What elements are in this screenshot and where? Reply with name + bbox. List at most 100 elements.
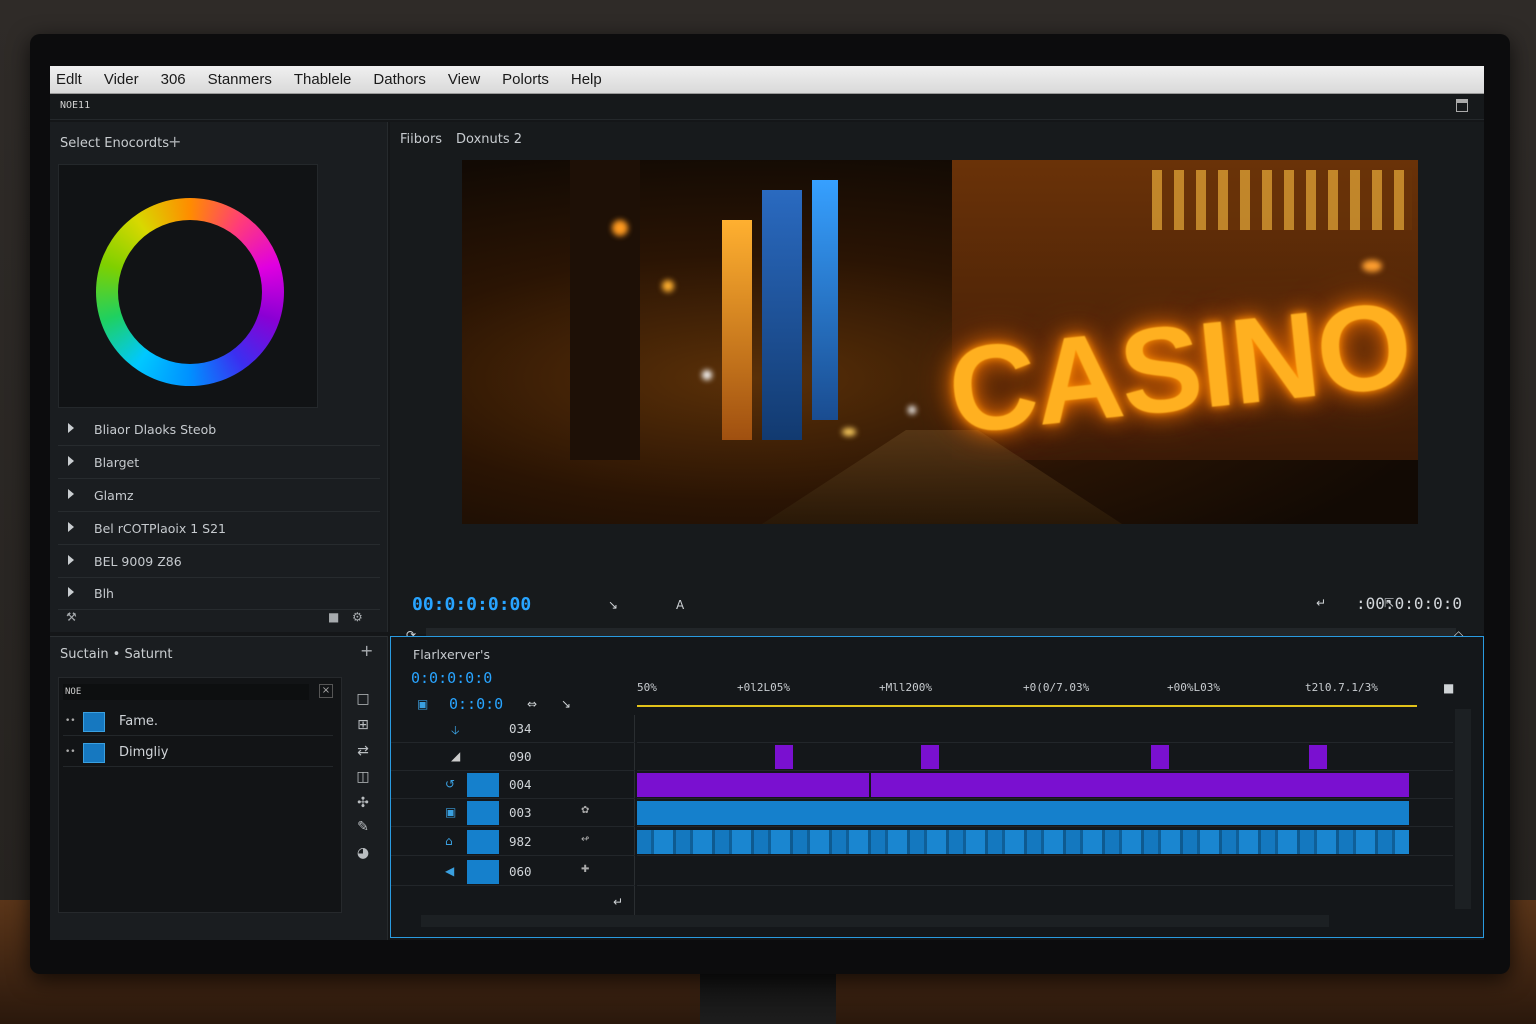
expand-arrow-icon[interactable] [68, 456, 74, 466]
video-preview[interactable]: CASINO [462, 160, 1418, 524]
hand-icon[interactable]: ◕ [354, 845, 372, 861]
home-icon[interactable]: ⌂ [445, 834, 453, 848]
purple-clip[interactable] [871, 773, 1409, 797]
track-lane[interactable] [637, 828, 1453, 856]
monitor-stand [700, 968, 836, 1024]
clip-marker[interactable] [775, 745, 793, 769]
menu-edit[interactable]: Edlt [56, 71, 82, 88]
track-header[interactable]: 🡣 034 [391, 715, 635, 743]
menu-thablele[interactable]: Thablele [294, 71, 352, 88]
tree-row[interactable]: Blarget [58, 447, 380, 479]
expand-arrow-icon[interactable] [68, 423, 74, 433]
tree-row[interactable]: BEL 9009 Z86 [58, 546, 380, 578]
track-lane[interactable] [637, 715, 1453, 743]
bokeh-light [1362, 260, 1382, 272]
tab-doxnuts[interactable]: Doxnuts 2 [456, 132, 522, 147]
menu-stanmers[interactable]: Stanmers [208, 71, 272, 88]
arrow-down-icon[interactable]: 🡣 [451, 721, 460, 742]
track-header[interactable]: ↺ 004 [391, 771, 635, 799]
mute-icon[interactable]: ✚ [581, 864, 589, 875]
app-title: NOE11 [60, 100, 91, 111]
horizontal-scrollbar[interactable] [421, 915, 1329, 927]
add-icon[interactable]: + [168, 132, 181, 151]
list-item[interactable]: •• Fame. [63, 708, 333, 736]
maximize-icon[interactable] [1456, 99, 1468, 112]
vertical-scrollbar[interactable] [1455, 709, 1471, 909]
project-panel: Suctain • Saturnt + × •• Fame. •• Dimgli… [50, 636, 388, 940]
purple-clip[interactable] [637, 773, 869, 797]
menu-polorts[interactable]: Polorts [502, 71, 549, 88]
track-header[interactable]: ◢ 090 [391, 743, 635, 771]
playhead-timecode[interactable]: 00:0:0:0:00 [412, 594, 531, 615]
pen-icon[interactable]: ✎ [354, 819, 372, 835]
fit-icon[interactable]: ↘ [608, 598, 618, 612]
menu-dathors[interactable]: Dathors [373, 71, 426, 88]
speaker-icon[interactable]: ◀ [445, 864, 454, 878]
color-panel: Select Enocordts + Bliaor Dlaoks Steob B… [50, 122, 388, 632]
expand-arrow-icon[interactable] [68, 555, 74, 565]
lock-icon[interactable]: ↫ [581, 834, 589, 845]
snap-icon[interactable]: ▣ [417, 697, 428, 711]
wrench-icon[interactable]: ⚒ [66, 610, 77, 624]
toggle-output-icon[interactable]: ▣ [445, 805, 456, 819]
track-select-icon[interactable]: ⊞ [354, 717, 372, 733]
track-header[interactable]: ▣ 003 ✿ [391, 799, 635, 827]
audio-clip[interactable] [637, 830, 1409, 854]
track-area[interactable] [637, 715, 1453, 915]
clip-marker[interactable] [921, 745, 939, 769]
menu-help[interactable]: Help [571, 71, 602, 88]
menu-video[interactable]: Vider [104, 71, 139, 88]
target-icon[interactable]: ◢ [451, 749, 460, 763]
tree-label: Bliaor Dlaoks Steob [94, 422, 217, 437]
slip-icon[interactable]: ✣ [354, 795, 372, 811]
expand-arrow-icon[interactable] [68, 522, 74, 532]
expand-arrow-icon[interactable] [68, 587, 74, 597]
ripple-edit-icon[interactable]: ⇄ [354, 743, 372, 759]
menu-view[interactable]: View [448, 71, 480, 88]
sync-lock-icon[interactable]: ↺ [445, 777, 455, 791]
tree-row[interactable]: Bel rCOTPlaoix 1 S21 [58, 513, 380, 545]
settings-small-icon[interactable]: ↵ [1316, 596, 1326, 610]
tree-row[interactable]: Glamz [58, 480, 380, 512]
neon-tower [722, 220, 752, 440]
close-icon[interactable]: × [319, 684, 333, 698]
clip-marker[interactable] [1309, 745, 1327, 769]
tree-row[interactable]: Blh [58, 578, 380, 610]
toggle-a-label[interactable]: A [676, 598, 684, 612]
lock-icon[interactable]: ✿ [581, 805, 589, 816]
track-name: 034 [509, 721, 532, 736]
add-marker-icon[interactable]: ↘ [561, 697, 571, 711]
tree-row[interactable]: Bliaor Dlaoks Steob [58, 414, 380, 446]
project-search-input[interactable] [63, 684, 309, 700]
track-lane[interactable] [637, 799, 1453, 827]
selection-tool-icon[interactable]: □ [354, 691, 372, 707]
zoom-icon[interactable]: ↵ [613, 895, 623, 909]
ruler-label: +Mll200% [879, 681, 932, 694]
menu-306[interactable]: 306 [161, 71, 186, 88]
drag-handle-icon[interactable]: •• [65, 747, 76, 757]
track-lane[interactable] [637, 771, 1453, 799]
timeline-timecode[interactable]: 0:0:0:0:0 [411, 669, 492, 687]
track-lane[interactable] [637, 858, 1453, 886]
time-ruler[interactable]: 50% +0l2L05% +Mll200% +0(0/7.03% +00%L03… [637, 673, 1417, 707]
clip-marker[interactable] [1151, 745, 1169, 769]
track-header[interactable]: ◀ 060 ✚ [391, 858, 635, 886]
expand-arrow-icon[interactable] [68, 489, 74, 499]
linked-selection-icon[interactable]: ⇔ [527, 697, 537, 711]
add-icon[interactable]: + [360, 641, 373, 660]
track-lane[interactable] [637, 743, 1453, 771]
timeline-sub-timecode[interactable]: 0::0:0 [449, 695, 503, 713]
timeline-menu-icon[interactable]: ■ [1443, 681, 1454, 695]
list-item[interactable]: •• Dimgliy [63, 739, 333, 767]
drag-handle-icon[interactable]: •• [65, 716, 76, 726]
track-header[interactable]: ⌂ 982 ↫ [391, 828, 635, 856]
blue-clip[interactable] [637, 801, 1409, 825]
bokeh-light [662, 280, 674, 292]
settings-icon[interactable]: ⚙ [352, 610, 363, 624]
timeline-title: Flarlxerver's [413, 647, 490, 662]
tree-label: Blarget [94, 455, 140, 470]
razor-icon[interactable]: ◫ [354, 769, 372, 785]
tab-fiibors[interactable]: Fiibors [400, 132, 442, 147]
menu-bar: Edlt Vider 306 Stanmers Thablele Dathors… [50, 66, 1484, 94]
trash-icon[interactable]: ■ [328, 610, 339, 624]
